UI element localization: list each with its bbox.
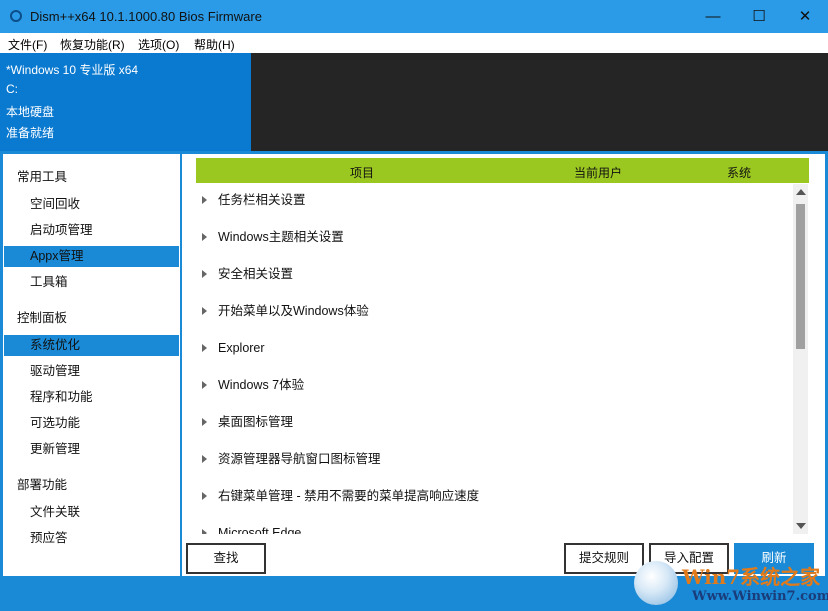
- list-item-label: Microsoft Edge: [218, 526, 302, 534]
- menu-bar: 文件(F) 恢复功能(R) 选项(O) 帮助(H): [0, 33, 828, 53]
- sidebar-item-programs[interactable]: 程序和功能: [4, 387, 179, 408]
- minimize-button[interactable]: —: [690, 0, 736, 33]
- list-item-label: 右键菜单管理 - 禁用不需要的菜单提高响应速度: [218, 489, 480, 503]
- expand-arrow-icon[interactable]: [202, 233, 207, 241]
- scrollbar[interactable]: [793, 184, 808, 534]
- list-item-label: 开始菜单以及Windows体验: [218, 304, 369, 318]
- list-item-label: Windows主题相关设置: [218, 230, 344, 244]
- list-item[interactable]: Explorer: [196, 332, 792, 369]
- column-system[interactable]: 系统: [727, 164, 751, 181]
- list-item[interactable]: 任务栏相关设置: [196, 184, 792, 221]
- settings-list: 任务栏相关设置 Windows主题相关设置 安全相关设置开始菜单以及Windows体…: [196, 184, 792, 534]
- submit-rules-button[interactable]: 提交规则: [564, 543, 644, 574]
- main-panel: 项目 当前用户 系统 任务栏相关设置 Windows主题相关设置 安全相关设置开始菜…: [182, 154, 825, 576]
- list-item[interactable]: 右键菜单管理 - 禁用不需要的菜单提高响应速度: [196, 480, 792, 517]
- watermark-url: Www.Winwin7.com: [692, 589, 828, 604]
- expand-arrow-icon[interactable]: [202, 418, 207, 426]
- list-item[interactable]: Windows 7体验: [196, 369, 792, 406]
- list-item[interactable]: 安全相关设置: [196, 258, 792, 295]
- list-item[interactable]: Microsoft Edge: [196, 517, 792, 534]
- scroll-down-icon[interactable]: [796, 523, 806, 529]
- list-item[interactable]: 桌面图标管理: [196, 406, 792, 443]
- sidebar-item-system-optimize[interactable]: 系统优化: [4, 335, 179, 356]
- expand-arrow-icon[interactable]: [202, 196, 207, 204]
- sidebar-item-file-assoc[interactable]: 文件关联: [4, 502, 179, 523]
- list-item-label: Windows 7体验: [218, 378, 305, 392]
- menu-options[interactable]: 选项(O): [138, 36, 179, 53]
- expand-arrow-icon[interactable]: [202, 455, 207, 463]
- expand-arrow-icon[interactable]: [202, 344, 207, 352]
- status-text: 准备就绪: [6, 126, 55, 140]
- list-item-label: 安全相关设置: [218, 267, 294, 281]
- scroll-up-icon[interactable]: [796, 189, 806, 195]
- find-button[interactable]: 查找: [186, 543, 266, 574]
- sidebar-group-common-tools: 常用工具: [17, 170, 68, 184]
- sidebar-item-startup[interactable]: 启动项管理: [4, 220, 179, 241]
- sidebar-item-answer-file[interactable]: 预应答: [4, 528, 179, 549]
- table-header: 项目 当前用户 系统: [196, 158, 809, 183]
- os-name: *Windows 10 专业版 x64: [6, 63, 139, 77]
- sidebar-item-updates[interactable]: 更新管理: [4, 439, 179, 460]
- import-config-button[interactable]: 导入配置: [649, 543, 729, 574]
- sidebar: 常用工具 空间回收 启动项管理 Appx管理 工具箱 控制面板 系统优化 驱动管…: [3, 154, 180, 576]
- list-item-label: 桌面图标管理: [218, 415, 294, 429]
- window-title: Dism++x64 10.1.1000.80 Bios Firmware: [30, 9, 262, 24]
- sidebar-item-toolbox[interactable]: 工具箱: [4, 272, 179, 293]
- column-item[interactable]: 项目: [350, 164, 374, 181]
- system-info-panel[interactable]: *Windows 10 专业版 x64 C: 本地硬盘 准备就绪: [0, 53, 251, 151]
- menu-file[interactable]: 文件(F): [8, 36, 47, 53]
- sidebar-item-optional-features[interactable]: 可选功能: [4, 413, 179, 434]
- expand-arrow-icon[interactable]: [202, 307, 207, 315]
- menu-restore[interactable]: 恢复功能(R): [60, 36, 125, 53]
- sidebar-group-control-panel: 控制面板: [17, 311, 68, 325]
- list-item[interactable]: 资源管理器导航窗口图标管理: [196, 443, 792, 480]
- maximize-button[interactable]: ☐: [736, 0, 782, 33]
- sidebar-group-deploy: 部署功能: [17, 478, 68, 492]
- expand-arrow-icon[interactable]: [202, 270, 207, 278]
- refresh-button[interactable]: 刷新: [734, 543, 814, 574]
- close-button[interactable]: ✕: [782, 0, 828, 33]
- sidebar-item-drivers[interactable]: 驱动管理: [4, 361, 179, 382]
- sidebar-item-appx[interactable]: Appx管理: [4, 246, 179, 267]
- expand-arrow-icon[interactable]: [202, 492, 207, 500]
- drive-letter: C:: [6, 82, 18, 96]
- sidebar-item-space-reclaim[interactable]: 空间回收: [4, 194, 179, 215]
- scrollbar-thumb[interactable]: [796, 204, 805, 349]
- menu-help[interactable]: 帮助(H): [194, 36, 235, 53]
- column-current-user[interactable]: 当前用户: [574, 164, 622, 181]
- list-item-label: 任务栏相关设置: [218, 193, 306, 207]
- disk-type: 本地硬盘: [6, 105, 55, 119]
- session-area: [251, 53, 828, 151]
- app-logo-icon: [10, 10, 22, 22]
- list-item[interactable]: Windows主题相关设置: [196, 221, 792, 258]
- expand-arrow-icon[interactable]: [202, 381, 207, 389]
- list-item-label: Explorer: [218, 341, 265, 355]
- list-item[interactable]: 开始菜单以及Windows体验: [196, 295, 792, 332]
- title-bar: Dism++x64 10.1.1000.80 Bios Firmware — ☐…: [0, 0, 828, 33]
- list-item-label: 资源管理器导航窗口图标管理: [218, 452, 381, 466]
- expand-arrow-icon[interactable]: [202, 529, 207, 534]
